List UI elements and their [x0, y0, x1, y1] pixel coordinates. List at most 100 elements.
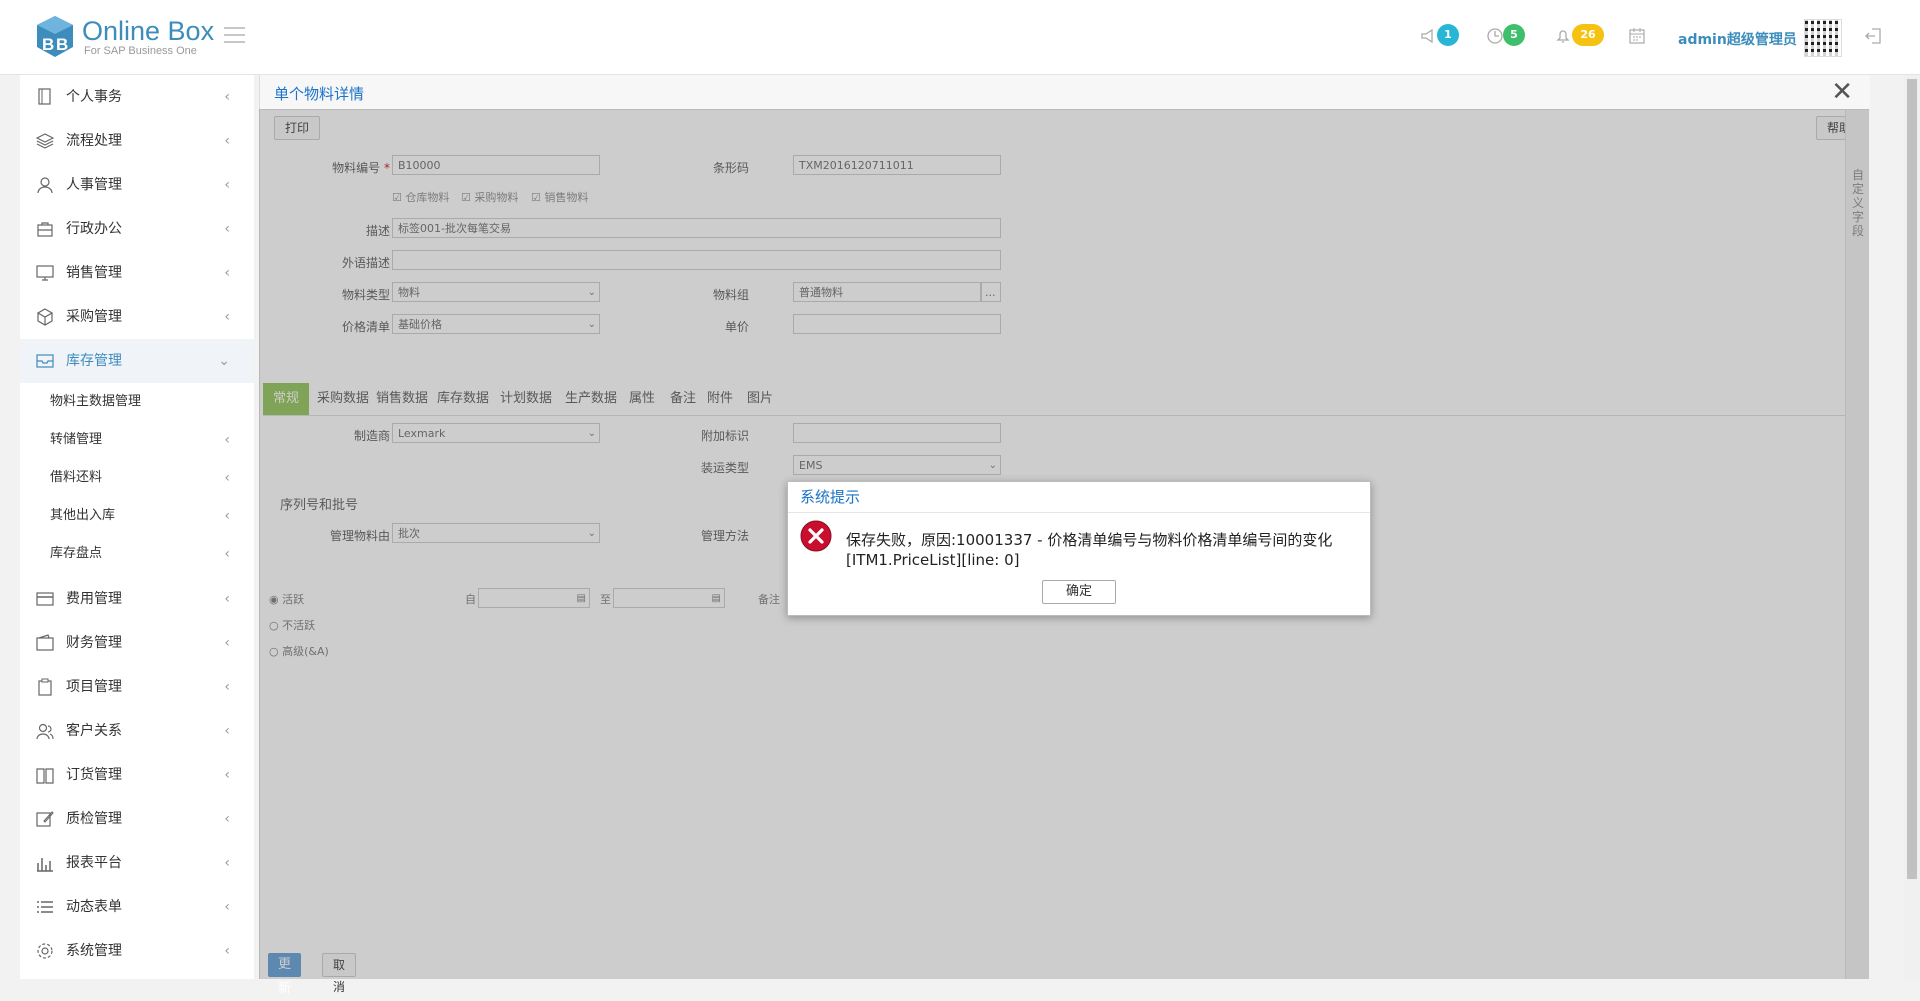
clock-icon[interactable]	[1485, 26, 1505, 46]
bell-count: 26	[1580, 28, 1596, 41]
sidebar-item[interactable]: 质检管理 ‹	[20, 797, 254, 841]
sidebar-item-label: 费用管理	[66, 591, 122, 607]
inbox-icon	[36, 354, 54, 368]
sidebar-item-label: 动态表单	[66, 899, 122, 915]
chevron-left-icon: ‹	[224, 899, 230, 915]
sidebar-item[interactable]: 项目管理 ‹	[20, 665, 254, 709]
panel-title-bar: 单个物料详情 ✕	[260, 75, 1870, 110]
menu-toggle-icon[interactable]	[224, 27, 245, 43]
sidebar-item[interactable]: 人事管理 ‹	[20, 163, 254, 207]
monitor-icon	[36, 265, 54, 281]
sidebar-item[interactable]: 系统管理 ‹	[20, 929, 254, 973]
top-header: B B Online Box For SAP Business One 1 5 …	[0, 0, 1920, 75]
sidebar-item-label: 系统管理	[66, 943, 122, 959]
calendar-icon[interactable]	[1627, 26, 1647, 46]
sidebar-item-label: 个人事务	[66, 89, 122, 105]
sidebar-subitem-label: 借料还料	[50, 470, 103, 485]
sidebar: 个人事务 ‹ 流程处理 ‹ 人事管理 ‹ 行政办公 ‹ 销售管理 ‹ 采购管理 ‹ 库存管理 ⌄ 物料主数…	[20, 75, 254, 979]
sidebar-item[interactable]: 订货管理 ‹	[20, 753, 254, 797]
sidebar-item-label: 销售管理	[66, 265, 122, 281]
sidebar-item-label: 库存管理	[66, 353, 122, 369]
chevron-left-icon: ‹	[224, 546, 230, 562]
sidebar-item[interactable]: 库存管理 ⌄	[20, 339, 254, 383]
sidebar-item[interactable]: 报表平台 ‹	[20, 841, 254, 885]
scrollbar-thumb[interactable]	[1907, 79, 1917, 879]
users-icon	[36, 723, 54, 740]
sidebar-subitem-label: 物料主数据管理	[50, 394, 142, 409]
sidebar-item[interactable]: 行政办公 ‹	[20, 207, 254, 251]
brand-subtitle: For SAP Business One	[84, 45, 197, 57]
online-box-logo-icon[interactable]: B B	[33, 14, 78, 60]
edit-icon	[36, 811, 54, 827]
brand-name[interactable]: Online Box	[82, 16, 214, 46]
clock-badge[interactable]: 5	[1503, 24, 1525, 46]
sidebar-item-label: 质检管理	[66, 811, 122, 827]
sidebar-subitem[interactable]: 其他出入库 ‹	[20, 497, 254, 535]
sidebar-subitem[interactable]: 库存盘点 ‹	[20, 535, 254, 573]
chevron-left-icon: ‹	[224, 767, 230, 783]
chevron-left-icon: ‹	[224, 635, 230, 651]
sidebar-item-label: 客户关系	[66, 723, 122, 739]
sidebar-item-label: 人事管理	[66, 177, 122, 193]
sidebar-item[interactable]: 采购管理 ‹	[20, 295, 254, 339]
sidebar-item-label: 项目管理	[66, 679, 122, 695]
sidebar-item[interactable]: 客户关系 ‹	[20, 709, 254, 753]
chevron-left-icon: ‹	[224, 133, 230, 149]
dialog-message: 保存失败，原因:10001337 - 价格清单编号与物料价格清单编号间的变化 […	[846, 531, 1333, 569]
sidebar-subitem[interactable]: 借料还料 ‹	[20, 459, 254, 497]
sidebar-item-label: 报表平台	[66, 855, 122, 871]
chevron-left-icon: ‹	[224, 591, 230, 607]
bell-icon[interactable]	[1553, 26, 1573, 46]
page-scrollbar[interactable]	[1904, 75, 1920, 979]
sidebar-subitem-label: 转储管理	[50, 432, 103, 447]
sidebar-item[interactable]: 动态表单 ‹	[20, 885, 254, 929]
user-avatar[interactable]	[1804, 19, 1842, 57]
svg-text:B: B	[56, 35, 68, 54]
sidebar-item[interactable]: 个人事务 ‹	[20, 75, 254, 119]
sidebar-item[interactable]: 流程处理 ‹	[20, 119, 254, 163]
sidebar-subitem-label: 其他出入库	[50, 508, 116, 523]
error-icon	[800, 520, 832, 552]
chevron-left-icon: ‹	[224, 89, 230, 105]
chevron-left-icon: ‹	[224, 309, 230, 325]
layers-icon	[36, 133, 54, 149]
sidebar-item-label: 采购管理	[66, 309, 122, 325]
current-user-name[interactable]: admin超级管理员	[1678, 29, 1797, 49]
chevron-left-icon: ‹	[224, 723, 230, 739]
svg-text:B: B	[42, 35, 54, 54]
system-alert-dialog: 系统提示 保存失败，原因:10001337 - 价格清单编号与物料价格清单编号间…	[787, 481, 1371, 616]
list-icon	[37, 901, 53, 913]
chevron-left-icon: ‹	[224, 679, 230, 695]
bell-badge[interactable]: 26	[1572, 24, 1604, 46]
announcement-icon[interactable]	[1419, 26, 1439, 46]
sidebar-item[interactable]: 财务管理 ‹	[20, 621, 254, 665]
clock-count: 5	[1510, 28, 1518, 41]
announcement-count: 1	[1444, 28, 1452, 41]
card-icon	[36, 592, 54, 606]
clipboard-icon	[38, 678, 52, 696]
close-icon[interactable]: ✕	[1831, 77, 1853, 107]
announcement-badge[interactable]: 1	[1437, 24, 1459, 46]
book-icon	[36, 768, 54, 784]
chevron-down-icon: ⌄	[218, 353, 230, 369]
person-icon	[37, 177, 53, 194]
chevron-left-icon: ‹	[224, 432, 230, 448]
sidebar-subitem[interactable]: 转储管理 ‹	[20, 421, 254, 459]
sidebar-item[interactable]: 费用管理 ‹	[20, 577, 254, 621]
chevron-left-icon: ‹	[224, 470, 230, 486]
sidebar-item-label: 行政办公	[66, 221, 122, 237]
dialog-title: 系统提示	[788, 482, 1370, 513]
gear-icon	[37, 943, 53, 959]
chevron-left-icon: ‹	[224, 508, 230, 524]
sidebar-subitem[interactable]: 物料主数据管理	[20, 383, 254, 421]
ok-button[interactable]: 确定	[1042, 580, 1116, 604]
chevron-left-icon: ‹	[224, 943, 230, 959]
wallet-icon	[36, 634, 54, 651]
briefcase-icon	[37, 222, 53, 237]
sidebar-item-label: 订货管理	[66, 767, 122, 783]
sidebar-subitem-label: 库存盘点	[50, 546, 103, 561]
logout-icon[interactable]	[1864, 26, 1884, 46]
chevron-left-icon: ‹	[224, 221, 230, 237]
sidebar-item[interactable]: 销售管理 ‹	[20, 251, 254, 295]
cubes-icon	[36, 308, 54, 326]
